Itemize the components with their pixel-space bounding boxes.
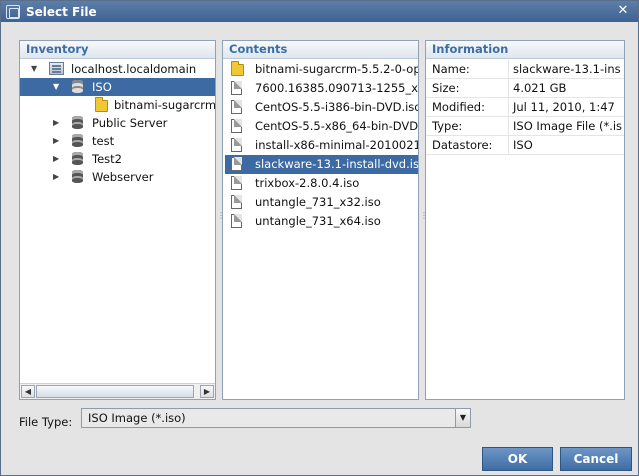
ok-button[interactable]: OK [482, 447, 553, 471]
inventory-panel: Inventory ▼ localhost.localdomain ▼ ISO … [19, 40, 216, 400]
contents-item-label: slackware-13.1-install-dvd.iso [255, 157, 418, 171]
scroll-right-arrow-icon[interactable]: ▶ [200, 385, 214, 398]
tree-item-label: localhost.localdomain [71, 62, 197, 76]
datastore-icon [72, 134, 83, 147]
collapse-arrow-icon[interactable]: ▼ [53, 82, 62, 91]
info-value: Jul 11, 2010, 1:47 [513, 100, 615, 114]
info-key: Name: [432, 62, 470, 76]
info-row-type: Type: ISO Image File (*.is [426, 117, 624, 136]
datastore-icon [72, 116, 83, 129]
tree-item-test[interactable]: ▶ test [20, 132, 215, 150]
info-value: slackware-13.1-ins [513, 62, 621, 76]
info-row-datastore: Datastore: ISO [426, 136, 624, 155]
contents-item-label: CentOS-5.5-x86_64-bin-DVD [255, 119, 418, 133]
contents-item[interactable]: untangle_731_x32.iso [225, 193, 418, 212]
cancel-button[interactable]: Cancel [560, 447, 632, 471]
inventory-horizontal-scrollbar[interactable]: ◀ ▶ [20, 383, 215, 399]
info-separator [508, 136, 509, 155]
contents-item-label: untangle_731_x32.iso [255, 195, 381, 209]
info-key: Size: [432, 81, 460, 95]
contents-item[interactable]: CentOS-5.5-x86_64-bin-DVD [225, 117, 418, 136]
file-icon [231, 81, 242, 95]
datastore-icon [72, 80, 83, 93]
tree-item-test2[interactable]: ▶ Test2 [20, 150, 215, 168]
title-bar[interactable]: Select File ✕ [1, 1, 638, 22]
contents-item[interactable]: untangle_731_x64.iso [225, 212, 418, 231]
file-icon [231, 119, 242, 133]
info-separator [508, 98, 509, 117]
tree-item-localhost[interactable]: ▼ localhost.localdomain [20, 60, 215, 78]
tree-item-label: Webserver [92, 170, 154, 184]
expand-arrow-icon[interactable]: ▶ [53, 118, 62, 127]
file-type-value: ISO Image (*.iso) [88, 411, 186, 425]
file-icon [231, 195, 242, 209]
tree-item-label: ISO [92, 80, 112, 94]
contents-item-label: CentOS-5.5-i386-bin-DVD.iso [255, 100, 418, 114]
info-separator [508, 79, 509, 98]
contents-item-selected[interactable]: slackware-13.1-install-dvd.iso [225, 155, 418, 174]
tree-item-label: Test2 [92, 152, 122, 166]
contents-splitter-handle[interactable]: ⋮ [420, 212, 428, 233]
info-key: Modified: [432, 100, 485, 114]
contents-item-label: install-x86-minimal-2010021 [255, 138, 418, 152]
dialog-title: Select File [26, 4, 97, 19]
info-separator [508, 117, 509, 136]
contents-item-label: bitnami-sugarcrm-5.5.2-0-op [255, 62, 418, 76]
tree-item-iso[interactable]: ▼ ISO [20, 78, 215, 96]
scrollbar-thumb[interactable] [36, 385, 194, 398]
scroll-left-arrow-icon[interactable]: ◀ [21, 385, 35, 398]
info-value: 4.021 GB [513, 81, 567, 95]
contents-panel: Contents bitnami-sugarcrm-5.5.2-0-op 760… [222, 40, 419, 400]
file-type-label: File Type: [19, 415, 73, 429]
info-key: Type: [432, 119, 463, 133]
expand-arrow-icon[interactable]: ▶ [53, 172, 62, 181]
file-icon [231, 176, 242, 190]
contents-item-label: untangle_731_x64.iso [255, 214, 381, 228]
file-icon [231, 214, 242, 228]
tree-item-label: bitnami-sugarcrm [114, 98, 216, 112]
info-row-modified: Modified: Jul 11, 2010, 1:47 [426, 98, 624, 117]
file-type-select[interactable]: ISO Image (*.iso) ▼ [81, 408, 471, 428]
datastore-icon [72, 170, 83, 183]
contents-header: Contents [223, 41, 418, 59]
file-icon [231, 100, 242, 114]
info-separator [508, 60, 509, 79]
information-header: Information [426, 41, 624, 59]
contents-item-label: trixbox-2.8.0.4.iso [255, 176, 360, 190]
tree-item-public-server[interactable]: ▶ Public Server [20, 114, 215, 132]
file-icon [231, 157, 242, 171]
select-file-dialog: Select File ✕ Inventory ▼ localhost.loca… [0, 0, 639, 476]
information-panel: Information Name: slackware-13.1-ins Siz… [425, 40, 625, 400]
tree-item-webserver[interactable]: ▶ Webserver [20, 168, 215, 186]
expand-arrow-icon[interactable]: ▶ [53, 154, 62, 163]
contents-item[interactable]: CentOS-5.5-i386-bin-DVD.iso [225, 98, 418, 117]
tree-item-bitnami-sugarcrm[interactable]: bitnami-sugarcrm [20, 96, 215, 114]
expand-arrow-icon[interactable]: ▶ [53, 136, 62, 145]
folder-icon [95, 97, 108, 112]
file-icon [231, 138, 242, 152]
dropdown-arrow-icon[interactable]: ▼ [455, 409, 470, 427]
close-icon[interactable]: ✕ [615, 3, 631, 19]
contents-item[interactable]: bitnami-sugarcrm-5.5.2-0-op [225, 60, 418, 79]
contents-item-label: 7600.16385.090713-1255_x6 [255, 81, 418, 95]
folder-icon [231, 61, 244, 76]
info-value: ISO [513, 138, 533, 152]
info-key: Datastore: [432, 138, 493, 152]
info-value: ISO Image File (*.is [513, 119, 623, 133]
info-row-name: Name: slackware-13.1-ins [426, 60, 624, 79]
contents-item[interactable]: install-x86-minimal-2010021 [225, 136, 418, 155]
dialog-icon [6, 4, 20, 19]
inventory-header: Inventory [20, 41, 215, 59]
host-icon [49, 62, 64, 75]
contents-item[interactable]: trixbox-2.8.0.4.iso [225, 174, 418, 193]
contents-item[interactable]: 7600.16385.090713-1255_x6 [225, 79, 418, 98]
info-row-size: Size: 4.021 GB [426, 79, 624, 98]
tree-item-label: Public Server [92, 116, 168, 130]
datastore-icon [72, 152, 83, 165]
collapse-arrow-icon[interactable]: ▼ [31, 64, 40, 73]
inventory-splitter-handle[interactable]: ⋮ [217, 212, 225, 233]
tree-item-label: test [92, 134, 115, 148]
